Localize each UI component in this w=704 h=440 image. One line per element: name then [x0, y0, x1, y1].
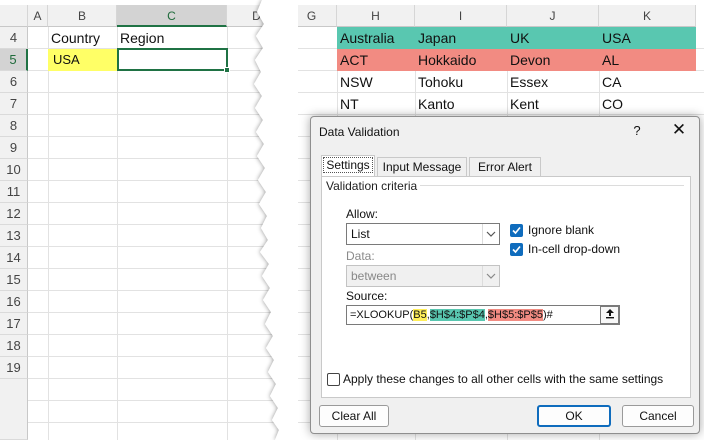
- source-ref-row-range: $H$5:$P$5: [487, 309, 543, 321]
- ignore-blank-label[interactable]: Ignore blank: [528, 223, 594, 237]
- tab-settings-label: Settings: [323, 157, 373, 173]
- in-cell-dropdown-checkbox[interactable]: [510, 243, 523, 256]
- validation-criteria-label: Validation criteria: [326, 179, 421, 193]
- chevron-down-icon: [482, 224, 499, 244]
- settings-panel: Validation criteria Allow: List Ignore b…: [321, 176, 691, 398]
- in-cell-dropdown-label[interactable]: In-cell drop-down: [528, 242, 620, 256]
- tab-input-message[interactable]: Input Message: [377, 157, 467, 177]
- apply-all-label[interactable]: Apply these changes to all other cells w…: [343, 372, 663, 386]
- source-ref-b5: B5: [413, 309, 427, 321]
- source-part: )#: [542, 309, 553, 321]
- upload-arrow-icon: [605, 306, 615, 324]
- source-input[interactable]: =XLOOKUP(B5,$H$4:$P$4,$H$5:$P$5)#: [346, 305, 620, 325]
- data-dropdown-value: between: [351, 269, 397, 283]
- allow-dropdown-value: List: [351, 227, 370, 241]
- data-label: Data:: [346, 249, 375, 263]
- allow-dropdown[interactable]: List: [346, 223, 500, 245]
- help-button[interactable]: ?: [629, 123, 645, 138]
- data-validation-dialog: Data Validation ? ✕ Settings Input Messa…: [310, 116, 700, 434]
- clear-all-button[interactable]: Clear All: [319, 405, 389, 427]
- cancel-button[interactable]: Cancel: [622, 405, 694, 427]
- source-ref-header-range: $H$4:$P$4: [429, 309, 485, 321]
- close-button[interactable]: ✕: [669, 120, 689, 140]
- tab-error-alert[interactable]: Error Alert: [469, 157, 541, 177]
- collapse-dialog-button[interactable]: [600, 306, 619, 324]
- excel-window: A B C D G H I J K 4 5 6 7 8 9 10 11 12 1…: [0, 0, 704, 440]
- allow-label: Allow:: [346, 207, 379, 221]
- data-dropdown[interactable]: between: [346, 265, 500, 287]
- source-label: Source:: [346, 289, 388, 303]
- dialog-title: Data Validation: [319, 125, 400, 139]
- chevron-down-icon: [482, 266, 499, 286]
- ok-button[interactable]: OK: [537, 405, 611, 427]
- source-part: =XLOOKUP(: [350, 309, 414, 321]
- tab-settings[interactable]: Settings: [321, 155, 375, 177]
- ignore-blank-checkbox[interactable]: [510, 224, 523, 237]
- apply-all-checkbox[interactable]: [327, 373, 340, 386]
